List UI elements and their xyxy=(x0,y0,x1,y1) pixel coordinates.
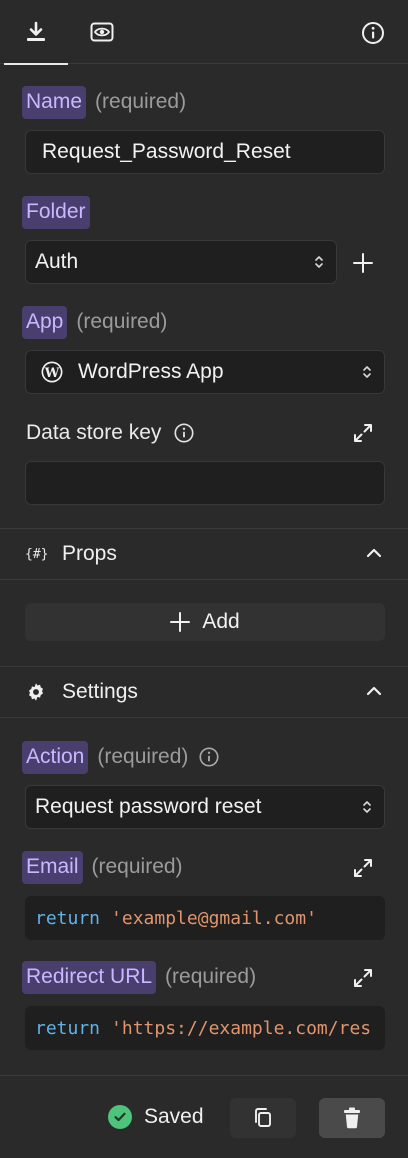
expand-arrows-icon xyxy=(354,969,372,987)
chevron-up-icon[interactable] xyxy=(364,681,384,701)
chevron-updown-icon xyxy=(362,364,372,380)
chevron-updown-icon xyxy=(314,254,324,270)
code-keyword: return xyxy=(35,907,101,929)
action-required-hint: (required) xyxy=(97,745,189,768)
action-label: Action xyxy=(22,740,89,774)
props-braces-icon: {#} xyxy=(25,546,49,562)
redirect-required-hint: (required) xyxy=(165,965,257,988)
email-label-row: Email (required) xyxy=(22,850,183,884)
delete-button[interactable] xyxy=(319,1098,385,1138)
chevron-up-icon[interactable] xyxy=(364,543,384,563)
code-keyword: return xyxy=(35,1017,101,1039)
save-status: Saved xyxy=(108,1105,204,1129)
redirect-code-editor[interactable]: return 'https://example.com/res xyxy=(25,1006,385,1050)
email-code-editor[interactable]: return 'example@gmail.com' xyxy=(25,896,385,940)
settings-title: Settings xyxy=(62,680,138,703)
props-title: Props xyxy=(62,542,117,565)
trash-icon xyxy=(344,1107,360,1129)
wordpress-icon: W xyxy=(41,361,63,383)
email-label: Email xyxy=(22,850,83,884)
copy-icon xyxy=(255,1108,271,1127)
download-icon xyxy=(27,21,45,41)
plus-icon xyxy=(170,612,191,632)
app-select-value: WordPress App xyxy=(78,360,224,383)
name-required-hint: (required) xyxy=(95,90,187,113)
info-circle-icon[interactable] xyxy=(173,422,195,444)
panel-tabs xyxy=(0,0,408,65)
add-folder-button[interactable] xyxy=(350,250,376,276)
app-label: App xyxy=(22,305,68,339)
save-status-text: Saved xyxy=(144,1105,204,1128)
name-input-value: Request_Password_Reset xyxy=(42,140,291,163)
code-string: 'https://example.com/res xyxy=(111,1017,372,1039)
code-string: 'example@gmail.com' xyxy=(111,907,317,929)
name-label: Name xyxy=(22,85,87,119)
app-required-hint: (required) xyxy=(76,310,168,333)
settings-section-header[interactable]: Settings xyxy=(0,666,408,718)
datastore-label-row: Data store key xyxy=(22,416,195,450)
folder-select-value: Auth xyxy=(35,250,79,273)
action-select-value: Request password reset xyxy=(35,795,262,818)
expand-datastore-button[interactable] xyxy=(351,421,375,445)
folder-label-row: Folder xyxy=(22,195,90,229)
footer-divider xyxy=(0,1075,408,1076)
props-section-header[interactable]: {#} Props xyxy=(0,528,408,580)
datastore-key-input[interactable] xyxy=(25,461,385,505)
app-select[interactable]: W WordPress App xyxy=(25,350,385,394)
duplicate-button[interactable] xyxy=(230,1098,296,1138)
email-required-hint: (required) xyxy=(91,855,183,878)
name-label-row: Name (required) xyxy=(22,85,186,119)
action-label-row: Action (required) xyxy=(22,740,220,774)
chevron-updown-icon xyxy=(362,799,372,815)
action-select[interactable]: Request password reset xyxy=(25,785,385,829)
expand-redirect-button[interactable] xyxy=(351,966,375,990)
expand-arrows-icon xyxy=(354,859,372,877)
redirect-url-label: Redirect URL xyxy=(22,960,157,994)
tab-download[interactable] xyxy=(4,0,68,65)
app-label-row: App (required) xyxy=(22,305,167,339)
info-button[interactable] xyxy=(360,20,386,46)
gear-icon xyxy=(29,683,43,701)
tab-preview[interactable] xyxy=(72,0,132,64)
svg-text:W: W xyxy=(44,366,60,381)
folder-select[interactable]: Auth xyxy=(25,240,337,284)
app-select-content: W WordPress App xyxy=(40,360,224,384)
folder-label: Folder xyxy=(22,195,90,229)
name-input[interactable]: Request_Password_Reset xyxy=(25,130,385,174)
plus-icon xyxy=(353,253,373,273)
info-circle-icon[interactable] xyxy=(198,746,220,768)
info-circle-icon xyxy=(362,22,384,44)
expand-email-button[interactable] xyxy=(351,856,375,880)
expand-arrows-icon xyxy=(354,424,372,442)
redirect-label-row: Redirect URL (required) xyxy=(22,960,256,994)
eye-preview-icon xyxy=(90,22,114,42)
add-prop-button[interactable]: Add xyxy=(25,603,385,641)
datastore-label: Data store key xyxy=(26,421,162,444)
check-circle-icon xyxy=(108,1105,132,1129)
query-editor-panel: Name (required) Request_Password_Reset F… xyxy=(0,0,408,1158)
add-prop-label: Add xyxy=(202,610,240,633)
